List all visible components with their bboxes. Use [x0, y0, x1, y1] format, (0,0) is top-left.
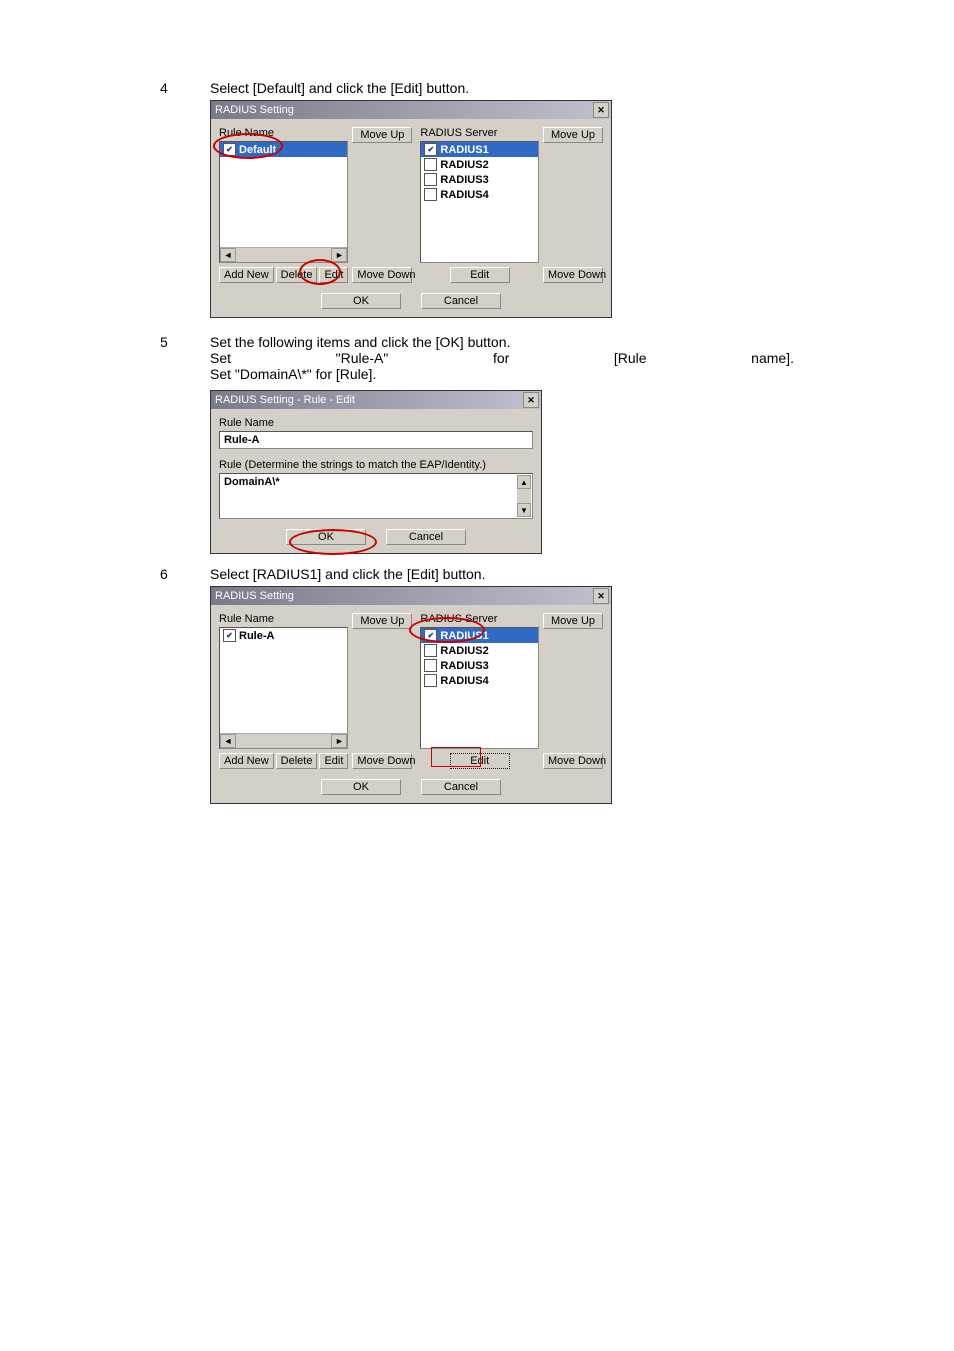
radius-setting-dialog-2: RADIUS Setting ✕ Rule Name Rule-A [210, 586, 612, 804]
move-down-button[interactable]: Move Down [543, 267, 603, 283]
scroll-down-icon[interactable]: ▼ [517, 503, 531, 517]
delete-button[interactable]: Delete [276, 753, 318, 769]
checkbox-icon[interactable] [424, 659, 437, 672]
add-new-button[interactable]: Add New [219, 267, 274, 283]
cancel-button[interactable]: Cancel [421, 293, 501, 309]
move-down-button[interactable]: Move Down [543, 753, 603, 769]
scroll-left-icon[interactable]: ◄ [220, 248, 236, 262]
radius-server-list[interactable]: RADIUS1 RADIUS2 RADIUS3 [420, 141, 539, 263]
rule-edit-dialog: RADIUS Setting - Rule - Edit ✕ Rule Name… [210, 390, 542, 554]
titlebar: RADIUS Setting ✕ [211, 587, 611, 605]
rule-item-label: Rule-A [239, 630, 274, 642]
checkbox-icon[interactable] [424, 629, 437, 642]
h-scrollbar[interactable]: ◄ ► [220, 247, 347, 262]
move-up-button[interactable]: Move Up [352, 613, 412, 629]
step6-number: 6 [160, 566, 210, 582]
list-item[interactable]: RADIUS3 [421, 172, 538, 187]
cancel-button[interactable]: Cancel [386, 529, 466, 545]
rule-textarea[interactable]: DomainA\* ▲ ▼ [219, 473, 533, 519]
checkbox-icon[interactable] [223, 629, 236, 642]
list-item[interactable]: RADIUS2 [421, 643, 538, 658]
close-icon[interactable]: ✕ [523, 392, 539, 408]
scroll-right-icon[interactable]: ► [331, 248, 347, 262]
close-icon[interactable]: ✕ [593, 588, 609, 604]
rule-name-header: Rule Name [219, 613, 348, 625]
radius-server-header: RADIUS Server [420, 127, 539, 139]
ok-button[interactable]: OK [286, 529, 366, 545]
step5-line2: Set "Rule-A" for [Rule name]. [210, 350, 794, 366]
rule-name-label: Rule Name [219, 417, 533, 429]
list-item[interactable]: RADIUS1 [421, 628, 538, 643]
dialog1-title: RADIUS Setting [215, 104, 294, 116]
rule-name-list[interactable]: Default ◄ ► [219, 141, 348, 263]
step4-number: 4 [160, 80, 210, 96]
move-up-button[interactable]: Move Up [543, 613, 603, 629]
highlight-box [431, 747, 481, 767]
scroll-right-icon[interactable]: ► [331, 734, 347, 748]
text: name]. [751, 350, 794, 366]
list-item[interactable]: RADIUS4 [421, 187, 538, 202]
text: for [493, 350, 509, 366]
step4-text: Select [Default] and click the [Edit] bu… [210, 80, 794, 96]
checkbox-icon[interactable] [424, 158, 437, 171]
checkbox-icon[interactable] [424, 188, 437, 201]
v-scrollbar[interactable]: ▲ ▼ [517, 475, 531, 517]
text: "Rule-A" [336, 350, 389, 366]
rule-name-input[interactable]: Rule-A [219, 431, 533, 449]
radius-setting-dialog-1: RADIUS Setting ✕ Rule Name Default [210, 100, 612, 318]
move-down-button[interactable]: Move Down [352, 753, 412, 769]
list-item[interactable]: RADIUS1 [421, 142, 538, 157]
add-new-button[interactable]: Add New [219, 753, 274, 769]
rule-item-label: Default [239, 144, 276, 156]
step6-text: Select [RADIUS1] and click the [Edit] bu… [210, 566, 794, 582]
radius-server-list[interactable]: RADIUS1 RADIUS2 RADIUS3 [420, 627, 539, 749]
list-item[interactable]: Rule-A [220, 628, 347, 643]
move-down-button[interactable]: Move Down [352, 267, 412, 283]
close-icon[interactable]: ✕ [593, 102, 609, 118]
radius-server-header: RADIUS Server [420, 613, 539, 625]
delete-button[interactable]: Delete [276, 267, 318, 283]
server-item-label: RADIUS4 [440, 675, 488, 687]
checkbox-icon[interactable] [424, 674, 437, 687]
text: [Rule [614, 350, 647, 366]
rule-name-header: Rule Name [219, 127, 348, 139]
edit-server-button[interactable]: Edit [450, 267, 510, 283]
scroll-up-icon[interactable]: ▲ [517, 475, 531, 489]
server-item-label: RADIUS1 [440, 144, 488, 156]
step5-line3: Set "DomainA\*" for [Rule]. [210, 366, 794, 382]
rule-name-list[interactable]: Rule-A ◄ ► [219, 627, 348, 749]
list-item[interactable]: Default [220, 142, 347, 157]
titlebar: RADIUS Setting - Rule - Edit ✕ [211, 391, 541, 409]
list-item[interactable]: RADIUS3 [421, 658, 538, 673]
move-up-button[interactable]: Move Up [543, 127, 603, 143]
scroll-left-icon[interactable]: ◄ [220, 734, 236, 748]
server-item-label: RADIUS2 [440, 645, 488, 657]
rule-desc-label: Rule (Determine the strings to match the… [219, 459, 533, 471]
server-item-label: RADIUS3 [440, 660, 488, 672]
checkbox-icon[interactable] [424, 143, 437, 156]
dialog3-title: RADIUS Setting [215, 590, 294, 602]
checkbox-icon[interactable] [424, 173, 437, 186]
h-scrollbar[interactable]: ◄ ► [220, 733, 347, 748]
server-item-label: RADIUS2 [440, 159, 488, 171]
dialog2-title: RADIUS Setting - Rule - Edit [215, 394, 355, 406]
list-item[interactable]: RADIUS4 [421, 673, 538, 688]
cancel-button[interactable]: Cancel [421, 779, 501, 795]
server-item-label: RADIUS4 [440, 189, 488, 201]
titlebar: RADIUS Setting ✕ [211, 101, 611, 119]
ok-button[interactable]: OK [321, 779, 401, 795]
move-up-button[interactable]: Move Up [352, 127, 412, 143]
server-item-label: RADIUS1 [440, 630, 488, 642]
edit-rule-button[interactable]: Edit [319, 753, 348, 769]
list-item[interactable]: RADIUS2 [421, 157, 538, 172]
rule-textarea-value: DomainA\* [224, 476, 280, 488]
checkbox-icon[interactable] [424, 644, 437, 657]
checkbox-icon[interactable] [223, 143, 236, 156]
server-item-label: RADIUS3 [440, 174, 488, 186]
step5-number: 5 [160, 334, 210, 382]
edit-rule-button[interactable]: Edit [319, 267, 348, 283]
ok-button[interactable]: OK [321, 293, 401, 309]
text: Set [210, 350, 231, 366]
step5-intro: Set the following items and click the [O… [210, 334, 794, 350]
